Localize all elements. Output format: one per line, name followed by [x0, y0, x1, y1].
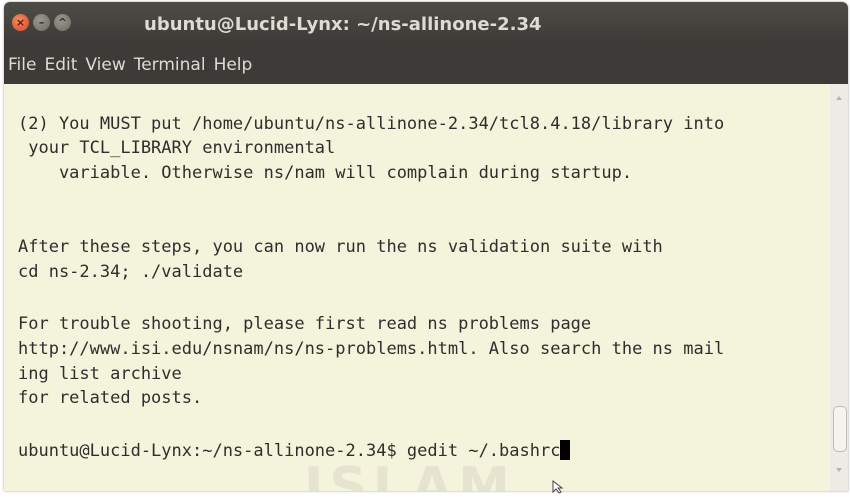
terminal-line: http://www.isi.edu/nsnam/ns/ns-problems.… — [18, 339, 725, 359]
menu-file[interactable]: File — [4, 55, 40, 75]
terminal-line: ing list archive — [18, 364, 182, 384]
minimize-button[interactable]: – — [33, 14, 50, 31]
terminal-line: your TCL_LIBRARY environmental — [18, 138, 336, 158]
vertical-scrollbar[interactable] — [830, 84, 848, 491]
minimize-icon: – — [38, 16, 45, 29]
prompt-text: ubuntu@Lucid-Lynx:~/ns-allinone-2.34$ ge… — [18, 441, 561, 461]
mouse-pointer-icon — [552, 479, 564, 498]
scroll-down-arrow-icon[interactable] — [836, 468, 842, 472]
scroll-up-arrow-icon[interactable] — [836, 96, 842, 100]
terminal-line: After these steps, you can now run the n… — [18, 237, 663, 257]
menu-terminal[interactable]: Terminal — [130, 55, 210, 75]
close-button[interactable]: × — [12, 14, 29, 31]
terminal-line: cd ns-2.34; ./validate — [18, 262, 244, 282]
terminal-line: for related posts. — [18, 388, 203, 408]
title-bar[interactable]: × – ^ ubuntu@Lucid-Lynx: ~/ns-allinone-2… — [4, 2, 848, 46]
terminal-line: variable. Otherwise ns/nam will complain… — [18, 163, 633, 183]
command-prompt[interactable]: ubuntu@Lucid-Lynx:~/ns-allinone-2.34$ ge… — [18, 439, 571, 463]
maximize-button[interactable]: ^ — [54, 14, 71, 31]
maximize-icon: ^ — [57, 16, 68, 29]
menu-help[interactable]: Help — [210, 55, 257, 75]
window-title: ubuntu@Lucid-Lynx: ~/ns-allinone-2.34 — [144, 14, 542, 35]
close-icon: × — [15, 16, 26, 29]
terminal-output[interactable]: ISLAM (2) You MUST put /home/ubuntu/ns-a… — [4, 84, 830, 491]
text-cursor — [560, 440, 571, 460]
menu-view[interactable]: View — [81, 55, 129, 75]
menu-edit[interactable]: Edit — [40, 55, 81, 75]
menu-bar: File Edit View Terminal Help — [4, 46, 848, 84]
terminal-line: (2) You MUST put /home/ubuntu/ns-allinon… — [18, 114, 725, 134]
scrollbar-thumb[interactable] — [833, 406, 847, 452]
terminal-window: × – ^ ubuntu@Lucid-Lynx: ~/ns-allinone-2… — [4, 2, 848, 491]
terminal-line: For trouble shooting, please first read … — [18, 314, 592, 334]
